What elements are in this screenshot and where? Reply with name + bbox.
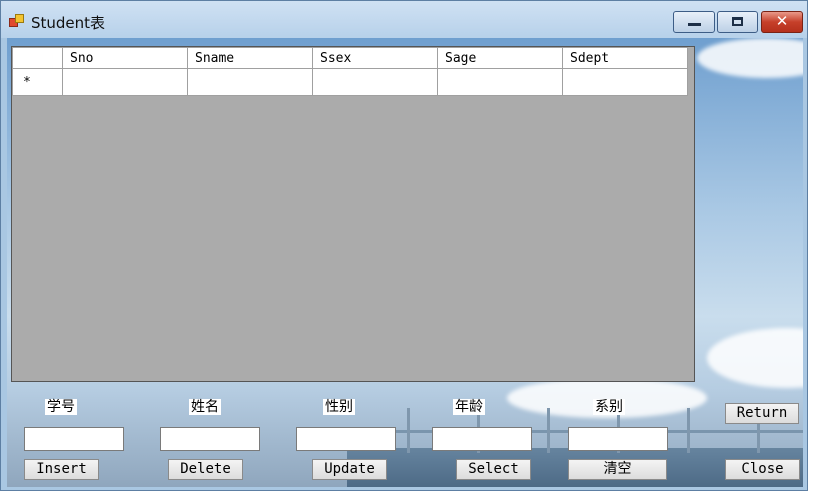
- clear-button[interactable]: 清空: [568, 459, 667, 480]
- sdept-input[interactable]: [568, 427, 668, 451]
- background-bridge-post: [407, 408, 410, 453]
- close-button[interactable]: Close: [725, 459, 800, 480]
- maximize-button[interactable]: [717, 11, 758, 33]
- new-row: *: [12, 68, 688, 96]
- cell-sage[interactable]: [437, 68, 563, 96]
- return-button[interactable]: Return: [725, 403, 799, 424]
- column-header-sno[interactable]: Sno: [62, 47, 188, 69]
- label-ssex: 性别: [323, 399, 355, 415]
- grid-table: Sno Sname Ssex Sage Sdept *: [12, 47, 688, 96]
- ssex-input[interactable]: [296, 427, 396, 451]
- student-data-grid[interactable]: Sno Sname Ssex Sage Sdept *: [11, 46, 695, 382]
- cell-sname[interactable]: [187, 68, 313, 96]
- maximize-icon: [732, 17, 743, 26]
- column-header-sage[interactable]: Sage: [437, 47, 563, 69]
- update-button[interactable]: Update: [312, 459, 387, 480]
- background-bridge-post: [547, 408, 550, 453]
- background-bridge-post: [687, 408, 690, 453]
- cell-sno[interactable]: [62, 68, 188, 96]
- background-cloud: [707, 328, 803, 388]
- column-header-sdept[interactable]: Sdept: [562, 47, 688, 69]
- sno-input[interactable]: [24, 427, 124, 451]
- title-bar[interactable]: Student表 ✕: [1, 1, 807, 38]
- label-sdept: 系别: [593, 399, 625, 415]
- select-button[interactable]: Select: [456, 459, 531, 480]
- delete-button[interactable]: Delete: [168, 459, 243, 480]
- row-header-corner[interactable]: [12, 47, 63, 69]
- column-header-sname[interactable]: Sname: [187, 47, 313, 69]
- minimize-icon: [688, 23, 701, 26]
- cell-ssex[interactable]: [312, 68, 438, 96]
- sage-input[interactable]: [432, 427, 532, 451]
- close-icon: ✕: [775, 12, 789, 30]
- student-window: Student表 ✕ Sno Sname Ssex Sage Sdept * 学…: [0, 0, 808, 491]
- label-sage: 年龄: [453, 399, 485, 415]
- close-window-button[interactable]: ✕: [761, 11, 803, 33]
- label-sname: 姓名: [189, 399, 221, 415]
- cell-sdept[interactable]: [562, 68, 688, 96]
- background-cloud: [697, 38, 803, 78]
- grid-header-row: Sno Sname Ssex Sage Sdept: [12, 47, 688, 69]
- window-title: Student表: [31, 14, 106, 32]
- column-header-ssex[interactable]: Ssex: [312, 47, 438, 69]
- app-icon: [9, 14, 24, 28]
- insert-button[interactable]: Insert: [24, 459, 99, 480]
- new-row-marker[interactable]: *: [12, 68, 63, 96]
- minimize-button[interactable]: [673, 11, 715, 33]
- label-sno: 学号: [45, 399, 77, 415]
- sname-input[interactable]: [160, 427, 260, 451]
